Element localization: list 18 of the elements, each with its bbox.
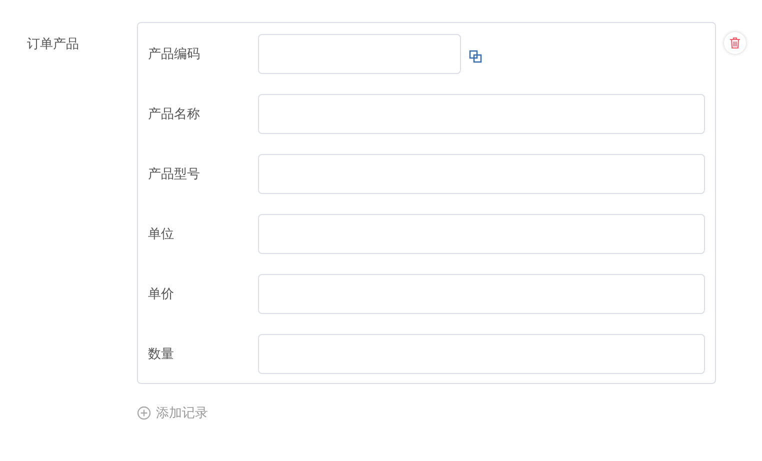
- field-label: 数量: [148, 346, 175, 363]
- delete-button[interactable]: [724, 32, 746, 54]
- input-field[interactable]: [258, 334, 705, 374]
- input-field[interactable]: [258, 214, 705, 254]
- copy-icon[interactable]: [469, 50, 482, 62]
- trash-icon: [729, 37, 741, 49]
- input-field[interactable]: [258, 94, 705, 134]
- field-label: 单位: [148, 226, 175, 243]
- field-label: 产品型号: [148, 166, 201, 183]
- input-field[interactable]: [258, 274, 705, 314]
- add-record-link[interactable]: 添加记录: [137, 404, 208, 422]
- input-field[interactable]: [258, 154, 705, 194]
- field-label: 单价: [148, 286, 175, 303]
- field-label: 产品编码: [148, 46, 201, 63]
- section-label: 订单产品: [27, 37, 79, 52]
- input-field[interactable]: [258, 34, 461, 74]
- field-label: 产品名称: [148, 106, 201, 123]
- plus-circle-icon: [137, 406, 151, 420]
